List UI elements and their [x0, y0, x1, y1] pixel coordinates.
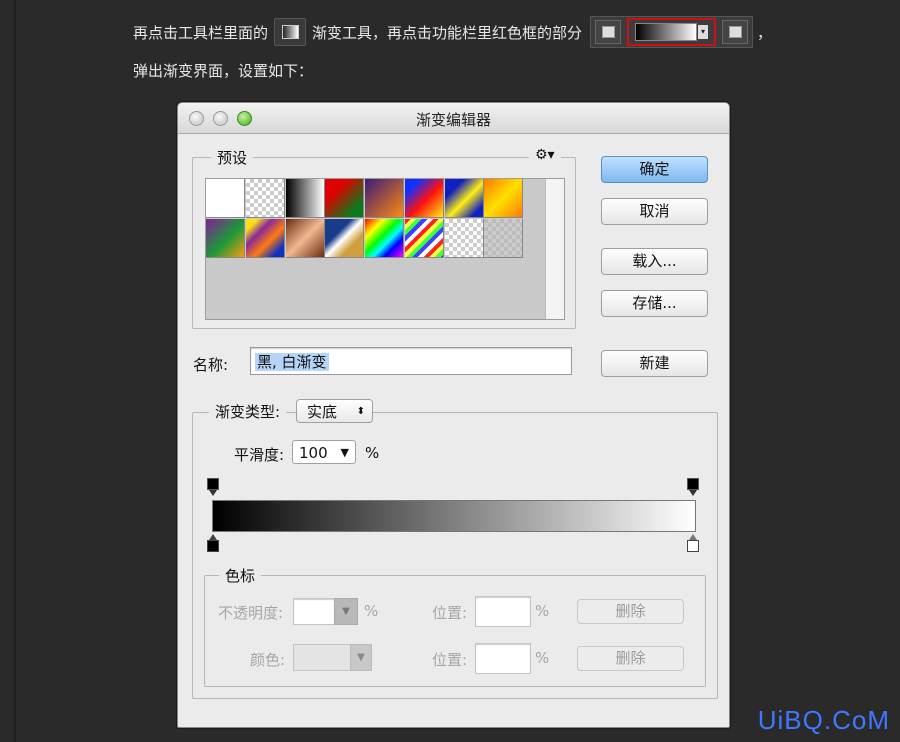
smoothness-label: 平滑度: [234, 446, 285, 464]
gradient-type-label: 渐变类型: [215, 403, 281, 421]
preset-swatch[interactable] [404, 179, 444, 218]
gradient-tool-icon [274, 18, 307, 46]
left-divider [14, 0, 16, 742]
article-line-1: 再点击工具栏里面的 渐变工具，再点击功能栏里红色框的部分 ▾ ， [133, 16, 773, 48]
gear-icon[interactable]: ⚙▾ [529, 147, 561, 163]
opacity-stop-left[interactable] [207, 478, 219, 496]
preset-swatch[interactable] [365, 179, 404, 218]
opacity-input[interactable] [293, 598, 335, 625]
color-position-unit: % [535, 649, 550, 667]
stops-group-label: 色标 [219, 565, 262, 586]
gradient-type-select[interactable]: 实底 ⬍ [296, 399, 373, 423]
gradient-picker-highlight: ▾ [627, 18, 717, 46]
color-stop-right[interactable] [687, 534, 699, 554]
preset-swatch[interactable] [444, 179, 484, 218]
presets-label: 预设 [211, 147, 254, 168]
color-position-input[interactable] [475, 643, 531, 674]
preset-swatch[interactable] [484, 179, 524, 218]
title-bar[interactable]: 渐变编辑器 [178, 103, 729, 134]
preset-swatch[interactable] [365, 218, 404, 258]
color-swatch[interactable] [293, 644, 351, 671]
save-button[interactable]: 存储... [601, 290, 708, 317]
article-text-2: 渐变工具，再点击功能栏里红色框的部分 [312, 23, 583, 42]
name-label: 名称: [193, 356, 229, 374]
delete-opacity-stop-button[interactable]: 删除 [577, 599, 684, 624]
tool-preset-icon [595, 20, 622, 44]
preset-swatch[interactable] [206, 218, 245, 258]
preset-swatch[interactable] [484, 218, 524, 258]
opacity-unit: % [364, 602, 379, 620]
opacity-position-label: 位置: [432, 604, 468, 622]
article-line-2: 弹出渐变界面，设置如下： [133, 62, 314, 80]
watermark-logo: UiBQ.CoM [757, 705, 890, 735]
article-text-1: 再点击工具栏里面的 [133, 23, 269, 42]
opacity-position-unit: % [535, 602, 550, 620]
name-value: 黑, 白渐变 [255, 353, 329, 371]
name-input[interactable]: 黑, 白渐变 [250, 347, 572, 375]
delete-color-stop-button[interactable]: 删除 [577, 646, 684, 671]
opacity-position-input[interactable] [475, 596, 531, 627]
preset-swatch[interactable] [245, 179, 285, 218]
opacity-label: 不透明度: [218, 604, 284, 622]
preset-swatch[interactable] [206, 179, 245, 218]
color-label: 颜色: [250, 651, 286, 669]
opacity-stop-right[interactable] [687, 478, 699, 496]
ok-button[interactable]: 确定 [601, 156, 708, 183]
smoothness-unit: % [365, 444, 380, 462]
chevron-down-icon[interactable]: ▼ [350, 644, 372, 671]
chevron-down-icon: ▾ [698, 25, 709, 39]
cancel-button[interactable]: 取消 [601, 198, 708, 225]
preset-swatch[interactable] [285, 179, 325, 218]
preset-scrollbar[interactable] [545, 179, 564, 319]
gradient-type-row: 渐变类型: [209, 401, 287, 422]
gradient-preview [635, 23, 698, 41]
gradient-editor-dialog: 渐变编辑器 预设 ⚙▾ 确定 取消 载入... 存储... 名称: 黑, 白渐变… [177, 102, 730, 728]
color-position-label: 位置: [432, 651, 468, 669]
load-button[interactable]: 载入... [601, 248, 708, 275]
preset-swatch[interactable] [444, 218, 484, 258]
linear-gradient-icon [722, 20, 749, 44]
new-button[interactable]: 新建 [601, 350, 708, 377]
preset-swatch[interactable] [325, 218, 365, 258]
preset-swatch[interactable] [325, 179, 365, 218]
preset-swatch[interactable] [404, 218, 444, 258]
smoothness-value: 100 [299, 444, 328, 462]
gradient-type-value: 实底 [307, 403, 338, 421]
preset-swatch[interactable] [285, 218, 325, 258]
smoothness-input[interactable]: 100 ▼ [292, 440, 356, 464]
stepper-arrows-icon: ⬍ [356, 406, 365, 417]
presets-group: 预设 ⚙▾ [192, 147, 576, 329]
chevron-down-icon: ▼ [340, 446, 349, 459]
color-stop-left[interactable] [207, 534, 219, 554]
dialog-title: 渐变编辑器 [415, 111, 491, 129]
article-text-tail: ， [757, 23, 773, 42]
preset-swatch[interactable] [245, 218, 285, 258]
gradient-preview-bar[interactable] [212, 500, 696, 532]
preset-swatch-grid [205, 178, 565, 320]
chevron-down-icon[interactable]: ▼ [334, 598, 358, 625]
options-bar-image: ▾ [590, 16, 754, 48]
